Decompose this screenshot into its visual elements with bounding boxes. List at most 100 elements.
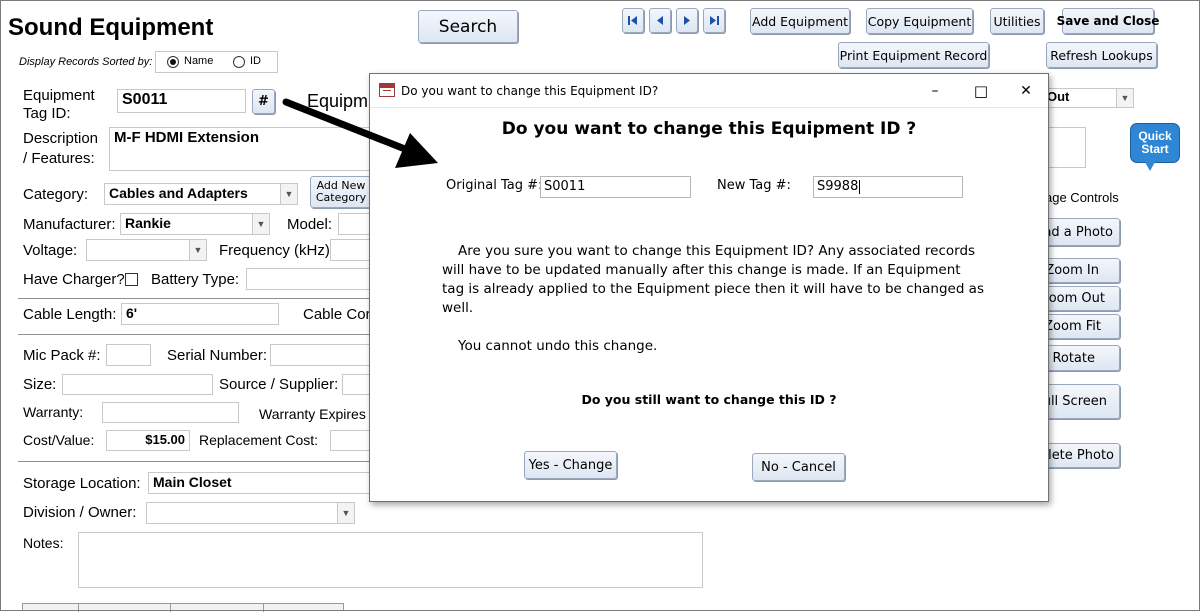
mic-pack-field[interactable] <box>106 344 151 366</box>
add-new-category-line2: Category <box>315 191 367 204</box>
source-supplier-field[interactable] <box>342 374 370 395</box>
sort-option-group: Name ID <box>155 51 278 73</box>
subform-tabs[interactable] <box>22 603 344 612</box>
chevron-down-icon[interactable]: ▼ <box>337 503 354 523</box>
storage-location-field[interactable]: Main Closet <box>148 472 370 494</box>
category-value: Cables and Adapters <box>109 185 248 201</box>
new-tag-label: New Tag #: <box>717 178 791 193</box>
quick-start-button[interactable]: Quick Start <box>1130 123 1180 171</box>
serial-number-field[interactable] <box>270 344 370 366</box>
replacement-cost-field[interactable] <box>330 430 370 451</box>
status-value: Out <box>1047 89 1070 104</box>
section-divider <box>18 334 370 335</box>
quick-start-line2: Start <box>1141 142 1169 156</box>
voltage-combo[interactable]: ▼ <box>86 239 207 261</box>
page-title: Sound Equipment <box>8 14 214 41</box>
description-label-line2: / Features: <box>23 150 95 167</box>
warranty-label: Warranty: <box>23 404 84 420</box>
cable-connector-label: Cable Cor <box>303 306 371 323</box>
original-tag-field[interactable]: S0011 <box>540 176 691 198</box>
first-record-icon <box>628 16 637 25</box>
refresh-lookups-button[interactable]: Refresh Lookups <box>1046 42 1157 68</box>
storage-location-label: Storage Location: <box>23 475 141 492</box>
previous-record-icon <box>657 16 663 25</box>
description-label-line1: Description <box>23 130 99 147</box>
image-controls-label: age Controls <box>1045 190 1119 205</box>
text-cursor <box>859 179 861 194</box>
close-button[interactable]: ✕ <box>1003 74 1049 107</box>
notes-field[interactable] <box>78 532 703 588</box>
manufacturer-value: Rankie <box>125 215 171 231</box>
size-field[interactable] <box>62 374 213 395</box>
section-divider <box>18 298 370 299</box>
chevron-down-icon[interactable]: ▼ <box>189 240 206 260</box>
confirm-question: Do you still want to change this ID ? <box>581 392 837 407</box>
add-equipment-button[interactable]: Add Equipment <box>750 8 850 34</box>
warning-line: tag is already applied to the Equipment … <box>442 281 984 297</box>
division-owner-label: Division / Owner: <box>23 504 137 521</box>
annotation-arrow-icon <box>282 98 438 168</box>
notes-label: Notes: <box>23 535 64 551</box>
dialog-title-bar[interactable]: Do you want to change this Equipment ID?… <box>370 74 1048 108</box>
section-divider <box>18 461 370 462</box>
utilities-button[interactable]: Utilities <box>990 8 1044 34</box>
save-and-close-button[interactable]: Save and Close <box>1057 8 1159 34</box>
yes-change-button[interactable]: Yes - Change <box>524 451 617 479</box>
first-record-button[interactable] <box>622 8 644 33</box>
status-combo[interactable]: Out ▼ <box>1042 88 1134 108</box>
replacement-cost-label: Replacement Cost: <box>199 432 319 448</box>
copy-equipment-button[interactable]: Copy Equipment <box>866 8 973 34</box>
frequency-label: Frequency (kHz): <box>219 242 335 259</box>
minimize-button[interactable]: – <box>912 74 958 107</box>
add-new-category-button[interactable]: Add New Category <box>310 176 372 208</box>
warning-line: will have to be updated manually after t… <box>442 262 961 278</box>
next-record-button[interactable] <box>676 8 698 33</box>
mic-pack-label: Mic Pack #: <box>23 347 101 364</box>
model-label: Model: <box>287 216 333 233</box>
cable-length-field[interactable]: 6' <box>121 303 279 325</box>
chevron-down-icon[interactable]: ▼ <box>252 214 269 234</box>
last-record-icon <box>710 16 719 25</box>
tag-id-field[interactable]: S0011 <box>117 89 246 113</box>
previous-record-button[interactable] <box>649 8 671 33</box>
warranty-field[interactable] <box>102 402 239 423</box>
battery-type-field[interactable] <box>246 268 370 290</box>
change-id-dialog: Do you want to change this Equipment ID?… <box>369 73 1049 502</box>
chevron-down-icon[interactable]: ▼ <box>1116 89 1133 107</box>
cost-value-label: Cost/Value: <box>23 432 95 448</box>
frequency-field[interactable] <box>330 239 370 261</box>
manufacturer-label: Manufacturer: <box>23 216 116 233</box>
model-field[interactable] <box>338 213 370 235</box>
sort-id-label: ID <box>250 55 261 67</box>
size-label: Size: <box>23 376 57 393</box>
cost-value-field[interactable]: $15.00 <box>106 430 190 451</box>
sort-name-radio[interactable] <box>167 56 179 68</box>
serial-number-label: Serial Number: <box>167 347 268 364</box>
dialog-heading: Do you want to change this Equipment ID … <box>501 119 917 139</box>
battery-type-label: Battery Type: <box>151 271 240 288</box>
warning-line: Are you sure you want to change this Equ… <box>458 243 976 259</box>
category-combo[interactable]: Cables and Adapters ▼ <box>104 183 298 205</box>
warning-line: well. <box>442 300 474 316</box>
voltage-label: Voltage: <box>23 242 78 259</box>
tag-id-label-line1: Equipment <box>23 87 95 104</box>
manufacturer-combo[interactable]: Rankie ▼ <box>120 213 270 235</box>
category-label: Category: <box>23 186 89 203</box>
chevron-down-icon[interactable]: ▼ <box>280 184 297 204</box>
new-tag-field[interactable]: S9988 <box>813 176 963 198</box>
undo-warning: You cannot undo this change. <box>458 338 658 354</box>
search-button[interactable]: Search <box>418 10 518 43</box>
warranty-expires-label: Warranty Expires <box>259 406 366 422</box>
division-owner-combo[interactable]: ▼ <box>146 502 355 524</box>
tag-id-label-line2: Tag ID: <box>23 105 71 122</box>
sort-label: Display Records Sorted by: <box>19 56 153 68</box>
last-record-button[interactable] <box>703 8 725 33</box>
charger-checkbox[interactable] <box>125 273 138 286</box>
print-equipment-record-button[interactable]: Print Equipment Record <box>838 42 989 68</box>
no-cancel-button[interactable]: No - Cancel <box>752 453 845 481</box>
maximize-button[interactable]: □ <box>958 74 1004 107</box>
sort-id-radio[interactable] <box>233 56 245 68</box>
next-record-icon <box>684 16 690 25</box>
dialog-body: Do you want to change this Equipment ID … <box>370 108 1048 501</box>
source-supplier-label: Source / Supplier: <box>219 376 339 393</box>
